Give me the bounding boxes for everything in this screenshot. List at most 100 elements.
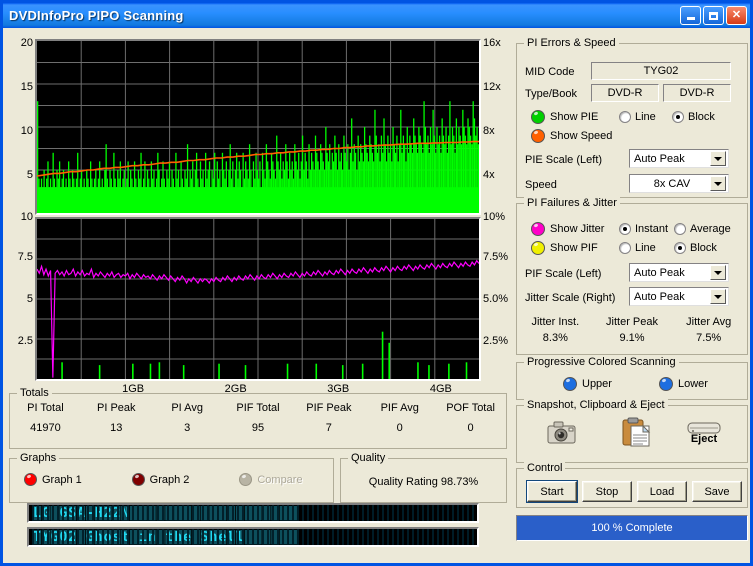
compare-label: Compare <box>257 474 302 486</box>
jitter-value-row: 8.3% 9.1% 7.5% <box>517 332 747 344</box>
clipboard-button[interactable] <box>621 417 651 447</box>
pif-scale-label: PIF Scale (Left) <box>525 268 601 280</box>
minimize-button[interactable] <box>680 6 701 25</box>
axis-right-tick-2: 10% <box>483 211 505 223</box>
totals-header: PIF Avg <box>364 402 435 414</box>
totals-group-label: Totals <box>17 387 52 399</box>
pi-failures-group-label: PI Failures & Jitter <box>524 197 620 209</box>
lower-led-icon <box>659 377 673 391</box>
chevron-down-icon[interactable] <box>710 265 726 280</box>
axis-right-tick: 4x <box>483 169 495 181</box>
graph-2-option[interactable]: Graph 2 <box>118 473 226 486</box>
lower-label: Lower <box>678 378 708 390</box>
totals-header: POF Total <box>435 402 506 414</box>
show-pie-led-icon <box>531 110 545 124</box>
graph-2-led-icon <box>132 473 145 486</box>
show-pie-toggle[interactable]: Show PIE <box>531 110 598 124</box>
pie-block-label: Block <box>688 111 715 123</box>
graph-options: Graph 1 Graph 2 Compare <box>10 473 333 486</box>
pi-failures-jitter-group: PI Failures & Jitter Show Jitter Show PI… <box>516 203 748 355</box>
totals-header: PI Peak <box>81 402 152 414</box>
mid-code-label: MID Code <box>525 66 575 78</box>
jitter-header: Jitter Avg <box>670 316 747 328</box>
snapshot-group-label: Snapshot, Clipboard & Eject <box>524 399 668 411</box>
snapshot-button[interactable] <box>547 420 577 446</box>
axis-left-tick: 15 <box>21 81 33 93</box>
type-value: DVD-R <box>608 87 643 99</box>
progressive-lower-toggle[interactable]: Lower <box>659 377 708 391</box>
graph-1-option[interactable]: Graph 1 <box>10 473 118 486</box>
pie-scale-value: Auto Peak <box>630 153 710 165</box>
show-jitter-toggle[interactable]: Show Jitter <box>531 222 604 236</box>
quality-group-label: Quality <box>348 452 388 464</box>
speed-dropdown[interactable]: 8x CAV <box>629 174 729 193</box>
totals-header: PIF Peak <box>293 402 364 414</box>
axis-left-tick-2: 7.5 <box>18 251 33 263</box>
show-pie-label: Show PIE <box>550 111 598 123</box>
chevron-down-icon[interactable] <box>710 176 726 191</box>
pie-line-radio[interactable]: Line <box>619 111 656 123</box>
pie-scale-dropdown[interactable]: Auto Peak <box>629 149 729 168</box>
eject-button[interactable]: Eject <box>687 420 721 445</box>
jitter-average-radio[interactable]: Average <box>674 223 731 235</box>
chevron-down-icon[interactable] <box>710 289 726 304</box>
show-pif-toggle[interactable]: Show PIF <box>531 241 598 255</box>
chevron-down-icon[interactable] <box>710 151 726 166</box>
pi-errors-speed-group: PI Errors & Speed MID Code TYG02 Type/Bo… <box>516 43 748 198</box>
show-speed-led-icon <box>531 129 545 143</box>
progress-fill: 100 % Complete <box>517 516 747 540</box>
show-jitter-led-icon <box>531 222 545 236</box>
save-button[interactable]: Save <box>692 481 742 502</box>
graph-1-label: Graph 1 <box>42 474 82 486</box>
show-speed-toggle[interactable]: Show Speed <box>531 129 612 143</box>
jitter-value: 8.3% <box>517 332 594 344</box>
window-controls: ✕ <box>680 6 747 25</box>
pie-speed-plot[interactable] <box>35 39 481 215</box>
axis-left-tick-2: 10 <box>21 211 33 223</box>
pie-scale-label: PIE Scale (Left) <box>525 154 602 166</box>
left-axis: 20 15 10 5 10 7.5 5 2.5 <box>9 35 35 385</box>
axis-left-tick-2: 5 <box>27 293 33 305</box>
right-axis: 16x 12x 8x 4x 10% 7.5% 5.0% 2.5% <box>481 35 511 385</box>
lcd-grid-overlay <box>29 505 477 521</box>
compare-led-icon <box>239 473 252 486</box>
pie-block-radio[interactable]: Block <box>672 111 715 123</box>
close-button[interactable]: ✕ <box>726 6 747 25</box>
radio-icon <box>674 223 686 235</box>
axis-right-tick: 12x <box>483 81 501 93</box>
jitter-average-label: Average <box>690 223 731 235</box>
maximize-button[interactable] <box>703 6 724 25</box>
totals-value: 95 <box>223 422 294 434</box>
type-book-label: Type/Book <box>525 88 577 100</box>
load-button[interactable]: Load <box>637 481 687 502</box>
pif-block-radio[interactable]: Block <box>674 242 717 254</box>
axis-right-tick-2: 7.5% <box>483 251 508 263</box>
pif-scale-value: Auto Peak <box>630 267 710 279</box>
pif-scale-dropdown[interactable]: Auto Peak <box>629 263 729 282</box>
jitter-instant-radio[interactable]: Instant <box>619 223 668 235</box>
window-title: DVDInfoPro PIPO Scanning <box>9 8 184 23</box>
eject-label: Eject <box>691 433 717 445</box>
progressive-group-label: Progressive Colored Scanning <box>524 356 679 368</box>
totals-group: Totals PI Total PI Peak PI Avg PIF Total… <box>9 393 507 449</box>
progressive-upper-toggle[interactable]: Upper <box>563 377 612 391</box>
jitter-header: Jitter Peak <box>594 316 671 328</box>
jitter-value: 9.1% <box>594 332 671 344</box>
progress-text: 100 % Complete <box>591 522 672 534</box>
jitter-scale-dropdown[interactable]: Auto Peak <box>629 287 729 306</box>
pif-line-radio[interactable]: Line <box>619 242 656 254</box>
axis-right-tick-2: 5.0% <box>483 293 508 305</box>
start-button[interactable]: Start <box>527 481 577 502</box>
totals-header: PI Avg <box>152 402 223 414</box>
axis-right-tick: 16x <box>483 37 501 49</box>
pif-jitter-plot[interactable] <box>35 217 481 381</box>
mid-code-value: TYG02 <box>644 65 679 77</box>
show-jitter-label: Show Jitter <box>550 223 604 235</box>
camera-icon <box>547 420 577 446</box>
graphs-group-label: Graphs <box>17 452 59 464</box>
jitter-value: 7.5% <box>670 332 747 344</box>
stop-button[interactable]: Stop <box>582 481 632 502</box>
axis-left-tick: 10 <box>21 125 33 137</box>
totals-value-row: 41970 13 3 95 7 0 0 <box>10 422 506 434</box>
snapshot-clipboard-eject-group: Snapshot, Clipboard & Eject <box>516 405 748 463</box>
